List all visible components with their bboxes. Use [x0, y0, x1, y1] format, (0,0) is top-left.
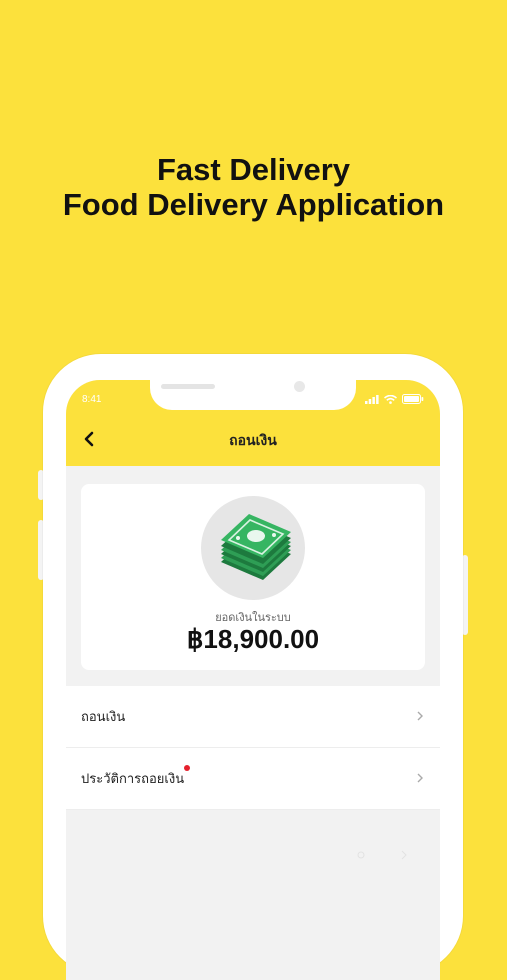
money-stack-icon [201, 496, 305, 600]
balance-card: ยอดเงินในระบบ ฿18,900.00 [81, 484, 425, 670]
phone-frame: 8:41 ถอนเงิน ยอดเงินในระบบ ฿18,900.00 ถอ… [43, 354, 463, 980]
menu-item-label: ถอนเงิน [81, 710, 126, 725]
wifi-icon [384, 394, 397, 404]
notification-dot [184, 765, 191, 771]
phone-speaker [161, 384, 215, 389]
status-time: 8:41 [82, 394, 102, 405]
balance-amount: ฿18,900.00 [186, 624, 320, 654]
chevron-right-icon [417, 711, 423, 721]
promo-line-2: Food Delivery Application [62, 187, 445, 222]
menu-item-withdraw-history[interactable]: ประวัติการถอยเงิน [66, 748, 440, 810]
faint-eye-icon [357, 851, 365, 859]
phone-screen: 8:41 ถอนเงิน ยอดเงินในระบบ ฿18,900.00 ถอ… [66, 380, 440, 980]
page-title: ถอนเงิน [229, 433, 277, 449]
signal-icon [365, 394, 379, 404]
status-icons [365, 394, 424, 404]
phone-camera [294, 381, 305, 392]
menu-item-withdraw[interactable]: ถอนเงิน [66, 686, 440, 748]
promo-headline: Fast Delivery Food Delivery Application [0, 152, 507, 222]
menu-item-label-text: ประวัติการถอยเงิน [81, 772, 185, 787]
menu-item-label: ประวัติการถอยเงิน [81, 765, 191, 789]
promo-line-1: Fast Delivery [157, 152, 350, 187]
menu-list: ถอนเงิน ประวัติการถอยเงิน [66, 686, 440, 810]
faint-chevron-icon [401, 850, 407, 860]
battery-icon [402, 394, 424, 404]
chevron-right-icon [417, 773, 423, 783]
